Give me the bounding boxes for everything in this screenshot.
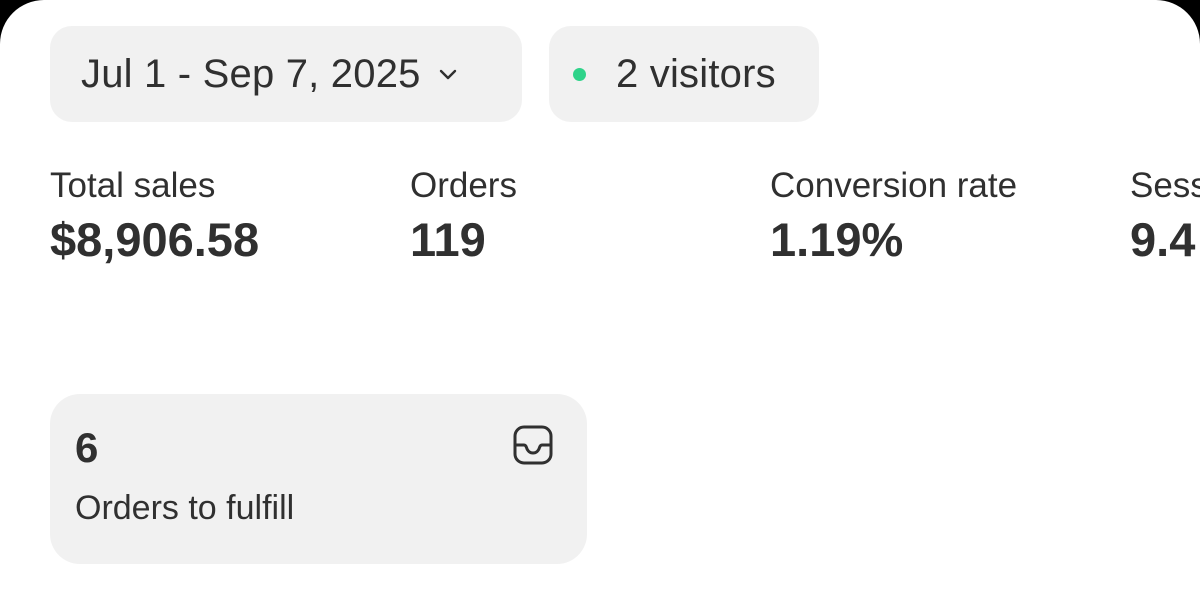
live-visitors-button[interactable]: 2 visitors (549, 26, 819, 122)
metric-sessions[interactable]: Sess 9.4 (1130, 166, 1200, 266)
metric-label: Conversion rate (770, 166, 1018, 205)
visitors-label: 2 visitors (616, 51, 776, 96)
metric-orders[interactable]: Orders 119 (410, 166, 517, 266)
live-status-dot (573, 67, 586, 81)
fulfill-count: 6 (75, 424, 99, 471)
date-range-button[interactable]: Jul 1 - Sep 7, 2025 (50, 26, 522, 122)
inbox-icon (513, 425, 553, 465)
metric-label: Total sales (50, 166, 216, 205)
metric-value: 119 (410, 213, 486, 266)
metric-label: Orders (410, 166, 517, 205)
analytics-panel: Jul 1 - Sep 7, 2025 2 visitors Total sal… (0, 0, 1200, 615)
fulfill-label: Orders to fulfill (75, 489, 295, 527)
chevron-down-icon (439, 69, 456, 80)
metric-conversion-rate[interactable]: Conversion rate 1.19% (770, 166, 1017, 266)
metric-value: $8,906.58 (50, 213, 260, 266)
metric-total-sales[interactable]: Total sales $8,906.58 (50, 166, 259, 266)
metric-value: 1.19% (770, 213, 904, 266)
metric-value: 9.4 (1130, 213, 1196, 266)
orders-to-fulfill-card[interactable]: 6 Orders to fulfill (50, 394, 587, 564)
metric-label: Sess (1130, 166, 1200, 205)
date-range-label: Jul 1 - Sep 7, 2025 (81, 51, 421, 96)
